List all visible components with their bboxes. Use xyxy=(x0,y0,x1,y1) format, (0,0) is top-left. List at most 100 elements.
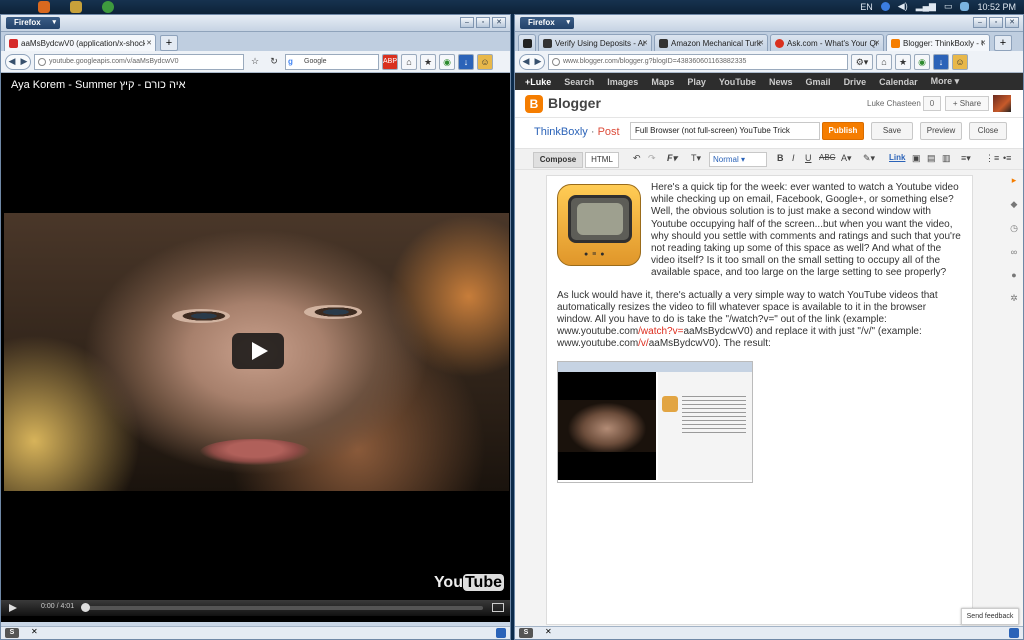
underline-icon[interactable]: U xyxy=(805,153,812,163)
close-window-button[interactable]: ✕ xyxy=(1005,17,1019,28)
firefox-launcher-icon[interactable] xyxy=(38,1,50,13)
addon-face-icon[interactable]: ☺ xyxy=(952,53,968,70)
post-body-editor[interactable]: ● ≡ ● Here's a quick tip for the week: e… xyxy=(546,175,973,625)
schedule-icon[interactable]: ◷ xyxy=(1007,223,1021,234)
firefox-menu-button[interactable]: Firefox xyxy=(520,17,574,29)
publish-button[interactable]: Publish xyxy=(822,122,864,140)
result-screenshot-image[interactable] xyxy=(557,360,753,483)
bold-icon[interactable]: B xyxy=(777,153,784,163)
sync-icon[interactable]: S xyxy=(5,628,19,638)
bluetooth-icon[interactable] xyxy=(880,2,890,11)
gbar-item-plus[interactable]: +Luke xyxy=(525,77,551,87)
insert-image-icon[interactable]: ▣ xyxy=(912,153,921,164)
strikethrough-icon[interactable]: ABC xyxy=(819,153,835,162)
video-title[interactable]: Aya Korem - Summer איה כורם - קיץ xyxy=(11,79,186,91)
gbar-item-play[interactable]: Play xyxy=(687,77,706,87)
gbar-item-calendar[interactable]: Calendar xyxy=(879,77,918,87)
sidebar-expand-icon[interactable]: ▸ xyxy=(1007,175,1021,186)
bookmark-star-icon[interactable]: ☆ xyxy=(247,54,263,70)
tab-blogger[interactable]: Blogger: ThinkBoxly - Create... ✕ xyxy=(886,34,990,51)
insert-video-icon[interactable]: ▤ xyxy=(927,153,936,164)
back-arrow-icon[interactable]: ◀ xyxy=(523,56,530,67)
blogger-app-name[interactable]: Blogger xyxy=(548,95,601,111)
gbar-item-maps[interactable]: Maps xyxy=(651,77,674,87)
gbar-item-youtube[interactable]: YouTube xyxy=(719,77,756,87)
close-tab-icon[interactable]: ✕ xyxy=(146,39,152,47)
search-bar[interactable]: g Google xyxy=(285,53,379,70)
gbar-item-search[interactable]: Search xyxy=(564,77,594,87)
labels-icon[interactable]: ◆ xyxy=(1007,199,1021,210)
blogger-logo-icon[interactable]: B xyxy=(525,95,543,113)
address-bar[interactable]: youtube.googleapis.com/v/aaMsBydcwV0 xyxy=(34,53,244,70)
save-button[interactable]: Save xyxy=(871,122,913,140)
signal-icon[interactable]: ▂▄▆ xyxy=(916,1,936,12)
downloads-icon[interactable]: ↓ xyxy=(458,53,474,70)
progress-knob[interactable] xyxy=(81,603,90,612)
addon-menu-icon[interactable]: ⚙▾ xyxy=(851,53,873,70)
play-pause-icon[interactable] xyxy=(9,604,17,612)
settings-tray-icon[interactable] xyxy=(960,2,970,11)
home-icon[interactable]: ⌂ xyxy=(876,53,892,70)
close-tab-icon[interactable]: ✕ xyxy=(874,39,880,47)
numbered-list-icon[interactable]: ⋮≡ xyxy=(985,153,999,164)
new-tab-button[interactable]: + xyxy=(994,35,1012,51)
send-feedback-button[interactable]: Send feedback xyxy=(961,608,1019,625)
extension-icon[interactable]: ◉ xyxy=(439,53,455,70)
italic-icon[interactable]: I xyxy=(792,153,795,163)
site-identity-icon[interactable] xyxy=(38,57,46,66)
bookmarks-menu-icon[interactable]: ★ xyxy=(895,53,911,70)
close-tab-icon[interactable]: ✕ xyxy=(980,39,986,47)
gbar-item-more[interactable]: More ▾ xyxy=(931,76,960,87)
font-family-icon[interactable]: F▾ xyxy=(667,153,677,164)
google-engine-icon[interactable]: g xyxy=(288,57,300,67)
clover-launcher-icon[interactable] xyxy=(102,1,114,13)
app-launcher-icon[interactable] xyxy=(70,1,82,13)
gbar-item-gmail[interactable]: Gmail xyxy=(806,77,831,87)
tab-youtube-video[interactable]: aaMsBydcwV0 (application/x-shockwave-fla… xyxy=(4,34,156,51)
gbar-item-images[interactable]: Images xyxy=(607,77,638,87)
options-icon[interactable]: ✲ xyxy=(1007,293,1021,304)
gbar-item-news[interactable]: News xyxy=(769,77,793,87)
post-title-input[interactable]: Full Browser (not full-screen) YouTube T… xyxy=(630,122,820,140)
firefox-menu-button[interactable]: Firefox xyxy=(6,17,60,29)
compose-mode-tab[interactable]: Compose xyxy=(533,152,583,168)
play-button[interactable] xyxy=(232,333,284,369)
volume-icon[interactable]: ◀) xyxy=(898,1,908,12)
home-icon[interactable]: ⌂ xyxy=(401,53,417,70)
font-size-icon[interactable]: T▾ xyxy=(691,153,701,164)
addon-face-icon[interactable]: ☺ xyxy=(477,53,493,70)
addon-bar-download-icon[interactable] xyxy=(496,628,506,638)
maximize-button[interactable]: ▫ xyxy=(989,17,1003,28)
location-icon[interactable]: ● xyxy=(1007,270,1021,280)
tab-verify-deposits[interactable]: Verify Using Deposits - Amaz... ✕ xyxy=(538,34,652,51)
back-forward-button[interactable]: ◀ ▶ xyxy=(5,53,31,70)
addon-bar-download-icon[interactable] xyxy=(1009,628,1019,638)
insert-jump-break-icon[interactable]: ▥ xyxy=(942,153,951,164)
align-icon[interactable]: ≡▾ xyxy=(961,153,971,164)
close-tab-icon[interactable]: ✕ xyxy=(642,39,648,47)
tab-mechanical-turk[interactable]: Amazon Mechanical Turk - H... ✕ xyxy=(654,34,768,51)
minimize-button[interactable]: – xyxy=(460,17,474,28)
text-color-icon[interactable]: A▾ xyxy=(841,153,852,164)
back-forward-button[interactable]: ◀ ▶ xyxy=(519,53,545,70)
preview-button[interactable]: Preview xyxy=(920,122,962,140)
paragraph-format-select[interactable]: Normal ▾ xyxy=(709,152,767,167)
sync-icon[interactable]: S xyxy=(519,628,533,638)
forward-arrow-icon[interactable]: ▶ xyxy=(535,56,542,67)
address-bar[interactable]: www.blogger.com/blogger.g?blogID=4383606… xyxy=(548,53,848,70)
youtube-player[interactable]: Aya Korem - Summer איה כורם - קיץ You Tub… xyxy=(1,73,510,622)
downloads-icon[interactable]: ↓ xyxy=(933,53,949,70)
minimize-button[interactable]: – xyxy=(973,17,987,28)
close-addon-bar-icon[interactable]: ✕ xyxy=(31,627,38,636)
clock[interactable]: 10:52 PM xyxy=(977,2,1016,12)
bulleted-list-icon[interactable]: •≡ xyxy=(1003,153,1011,163)
bookmarks-menu-icon[interactable]: ★ xyxy=(420,53,436,70)
reload-icon[interactable]: ↻ xyxy=(266,54,282,70)
back-arrow-icon[interactable]: ◀ xyxy=(9,56,16,67)
blog-name-link[interactable]: ThinkBoxly xyxy=(534,126,588,138)
user-name[interactable]: Luke Chasteen xyxy=(867,99,921,108)
permalink-icon[interactable]: ∞ xyxy=(1007,247,1021,257)
redo-icon[interactable]: ↷ xyxy=(648,153,656,164)
notification-count[interactable]: 0 xyxy=(923,96,941,111)
close-window-button[interactable]: ✕ xyxy=(492,17,506,28)
